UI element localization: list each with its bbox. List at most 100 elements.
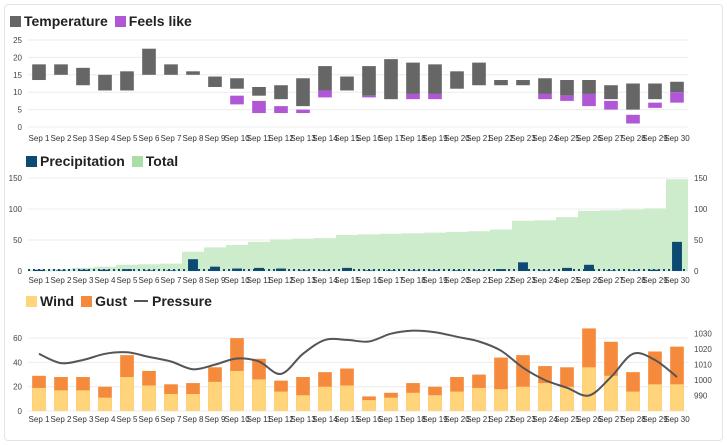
y-tick-label: 0 [18, 267, 23, 276]
feels-like-bar [252, 100, 266, 114]
wind-bar [362, 400, 376, 411]
precipitation-bar [606, 270, 616, 271]
y-tick-label: 20 [13, 383, 22, 392]
wind-bar [32, 387, 46, 411]
precipitation-bar [672, 241, 682, 271]
temperature-bar [560, 80, 574, 96]
precipitation-bar [496, 269, 506, 271]
precipitation-bar [518, 262, 528, 271]
y2-tick-label: 1010 [694, 361, 712, 370]
temperature-bar [54, 64, 68, 75]
temperature-bar [230, 78, 244, 89]
feels-like-bar [296, 109, 310, 114]
temperature-bar [142, 48, 156, 75]
x-tick-label: Sep 1 [29, 276, 50, 285]
wind-bar [340, 385, 354, 411]
y-tick-label: 50 [13, 236, 22, 245]
precipitation-bar [210, 266, 220, 271]
temperature-bar [648, 83, 662, 100]
feels-like-bar [362, 95, 376, 98]
temperature-bar [32, 64, 46, 81]
wind-bar [318, 386, 332, 411]
x-tick-label: Sep 5 [117, 415, 138, 424]
feels-like-bar [560, 95, 574, 101]
wind-bar [142, 385, 156, 411]
precipitation-bar [650, 269, 660, 271]
temperature-bar [252, 86, 266, 96]
precipitation-bar [166, 270, 176, 271]
x-tick-label: Sep 30 [664, 415, 690, 424]
temperature-bar [296, 78, 310, 107]
temperature-bar [318, 66, 332, 91]
precipitation-bar [430, 270, 440, 271]
y-tick-label: 20 [13, 53, 22, 62]
x-tick-label: Sep 7 [161, 276, 182, 285]
wind-bar [296, 395, 310, 411]
precipitation-bar [254, 267, 264, 271]
x-tick-label: Sep 2 [51, 276, 72, 285]
wind-bar [406, 392, 420, 411]
y-tick-label-right: 0 [694, 267, 699, 276]
precipitation-bar [298, 270, 308, 271]
precipitation-bar [78, 269, 88, 271]
wind-bar [54, 390, 68, 411]
feels-like-bar [582, 93, 596, 107]
x-tick-label: Sep 8 [183, 276, 204, 285]
y-tick-label: 150 [9, 174, 23, 183]
x-tick-label: Sep 5 [117, 134, 138, 143]
wind-bar [120, 377, 134, 411]
temperature-bar [516, 80, 530, 86]
precipitation-bar [474, 270, 484, 271]
precipitation-bar [34, 269, 44, 271]
temperature-bar [428, 64, 442, 94]
y-tick-label: 25 [13, 36, 22, 45]
total-area [28, 179, 688, 271]
wind-bar [252, 379, 266, 411]
feels-like-bar [604, 100, 618, 110]
y-tick-label: 5 [18, 106, 23, 115]
x-tick-label: Sep 30 [664, 134, 690, 143]
wind-bar [626, 391, 640, 411]
x-tick-label: Sep 6 [139, 134, 160, 143]
y-tick-label-right: 150 [694, 174, 708, 183]
wind-bar [274, 391, 288, 411]
temperature-bar [670, 81, 684, 93]
x-tick-label: Sep 1 [29, 415, 50, 424]
feels-like-bar [648, 102, 662, 108]
precipitation-bar [100, 269, 110, 271]
precipitation-bar [56, 270, 66, 271]
y2-tick-label: 1000 [694, 376, 712, 385]
wind-bar [98, 397, 112, 411]
x-tick-label: Sep 7 [161, 134, 182, 143]
y-tick-label: 40 [13, 358, 22, 367]
temperature-bar [120, 71, 134, 91]
x-tick-label: Sep 9 [205, 134, 226, 143]
wind-bar [538, 383, 552, 411]
feels-like-bar [318, 90, 332, 98]
feels-like-bar [538, 93, 552, 100]
wind-bar [428, 395, 442, 411]
wind-bar [164, 394, 178, 411]
precipitation-bar [628, 270, 638, 271]
temperature-bar [494, 80, 508, 86]
precipitation-bar [144, 270, 154, 271]
x-tick-label: Sep 3 [73, 276, 94, 285]
feels-like-bar [626, 114, 640, 124]
y-tick-label: 10 [13, 88, 22, 97]
precipitation-bar [232, 268, 242, 271]
temperature-bar [538, 78, 552, 94]
feels-like-bar [274, 106, 288, 114]
temperature-bar [472, 62, 486, 86]
temperature-bar [362, 66, 376, 96]
wind-bar [494, 389, 508, 411]
x-tick-label: Sep 4 [95, 134, 116, 143]
temperature-bar [208, 76, 222, 87]
y-tick-label: 15 [13, 71, 22, 80]
temperature-bar [164, 64, 178, 75]
x-tick-label: Sep 5 [117, 276, 138, 285]
y2-tick-label: 1030 [694, 330, 712, 339]
temperature-bar [604, 85, 618, 100]
precipitation-bar [364, 270, 374, 271]
temperature-bar [274, 85, 288, 100]
wind-bar [450, 391, 464, 411]
